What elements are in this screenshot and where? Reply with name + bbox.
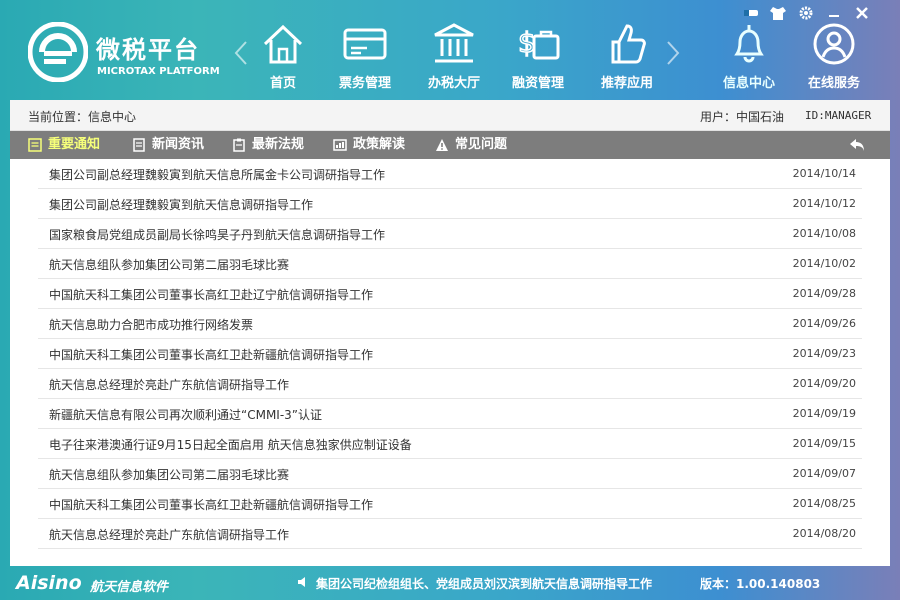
nav-label-finance: 融资管理 xyxy=(511,76,564,91)
news-row[interactable]: 中国航天科工集团公司董事长高红卫赴新疆航信调研指导工作 2014/08/25 xyxy=(38,489,862,519)
news-title[interactable]: 航天信息组队参加集团公司第二届羽毛球比赛 xyxy=(49,256,289,273)
window-controls xyxy=(740,4,890,24)
news-row[interactable]: 航天信息总经理於亮赴广东航信调研指导工作 2014/09/20 xyxy=(38,369,862,399)
home-icon xyxy=(263,24,303,64)
aisino-logo: Aisino xyxy=(16,572,82,594)
news-row[interactable]: 国家粮食局党组成员副局长徐鸣昊子丹到航天信息调研指导工作 2014/10/08 xyxy=(38,219,862,249)
nav-label-ticket: 票务管理 xyxy=(338,76,391,91)
aisino-logo-cn: 航天信息软件 xyxy=(90,580,169,595)
footer: Aisino 航天信息软件 集团公司纪检组组长、党组成员刘汉滨到航天信息调研指导… xyxy=(0,566,900,600)
close-icon[interactable] xyxy=(852,4,872,22)
warning-icon xyxy=(436,138,448,151)
nav-ticket-management[interactable]: 票务管理 xyxy=(325,0,405,100)
nav-home[interactable]: 首页 xyxy=(243,0,323,100)
tab-label: 重要通知 xyxy=(48,137,101,152)
tax-hall-icon xyxy=(434,23,474,63)
news-date: 2014/10/02 xyxy=(792,257,856,270)
nav-label-online-service: 在线服务 xyxy=(807,76,860,91)
news-title[interactable]: 中国航天科工集团公司董事长高红卫赴辽宁航信调研指导工作 xyxy=(49,286,373,303)
news-title[interactable]: 航天信息总经理於亮赴广东航信调研指导工作 xyxy=(49,526,289,543)
news-row[interactable]: 航天信息组队参加集团公司第二届羽毛球比赛 2014/10/02 xyxy=(38,249,862,279)
news-date: 2014/09/07 xyxy=(792,467,856,480)
tab-label: 常见问题 xyxy=(455,137,508,152)
news-date: 2014/10/08 xyxy=(792,227,856,240)
news-date: 2014/09/26 xyxy=(792,317,856,330)
news-date: 2014/09/23 xyxy=(792,347,856,360)
news-title[interactable]: 集团公司副总经理魏毅寅到航天信息所属金卡公司调研指导工作 xyxy=(49,166,385,183)
finance-icon: $ xyxy=(517,25,560,60)
tab-important-notice[interactable]: 重要通知 xyxy=(28,131,100,159)
settings-gear-icon[interactable] xyxy=(796,4,816,22)
tab-label: 政策解读 xyxy=(353,137,406,152)
nav-label-home: 首页 xyxy=(269,76,296,91)
nav-finance-management[interactable]: $ 融资管理 xyxy=(498,0,578,100)
current-user: 用户：中国石油 xyxy=(700,110,785,124)
news-list: 集团公司副总经理魏毅寅到航天信息所属金卡公司调研指导工作 2014/10/14 集团… xyxy=(10,159,890,549)
nav-label-info-center: 信息中心 xyxy=(722,76,775,91)
news-ticker[interactable]: 集团公司纪检组组长、党组成员刘汉滨到航天信息调研指导工作 xyxy=(316,575,652,592)
brand-name-cn: 微税平台 xyxy=(96,36,200,64)
news-row[interactable]: 中国航天科工集团公司董事长高红卫赴辽宁航信调研指导工作 2014/09/28 xyxy=(38,279,862,309)
category-tab-bar: 重要通知 新闻资讯 最新法规 政策解读 常见问题 xyxy=(10,131,890,159)
news-row[interactable]: 电子往来港澳通行证9月15日起全面启用 航天信息独家供应制证设备 2014/09/… xyxy=(38,429,862,459)
news-date: 2014/08/20 xyxy=(792,527,856,540)
microtax-logo xyxy=(28,22,88,82)
news-title[interactable]: 新疆航天信息有限公司再次顺利通过“CMMI-3”认证 xyxy=(49,406,322,423)
news-title[interactable]: 航天信息助力合肥市成功推行网络发票 xyxy=(49,316,253,333)
notice-icon xyxy=(28,137,42,152)
news-date: 2014/09/19 xyxy=(792,407,856,420)
nav-label-tax-hall: 办税大厅 xyxy=(427,76,480,91)
news-row[interactable]: 集团公司副总经理魏毅寅到航天信息所属金卡公司调研指导工作 2014/10/14 xyxy=(38,159,862,189)
news-date: 2014/09/28 xyxy=(792,287,856,300)
bell-icon xyxy=(734,25,764,63)
header: 微税平台 MICROTAX PLATFORM 首页 票务管理 办税大厅 $ 融资… xyxy=(0,0,900,100)
skin-icon[interactable] xyxy=(768,4,788,22)
news-title[interactable]: 航天信息组队参加集团公司第二届羽毛球比赛 xyxy=(49,466,289,483)
back-arrow-icon[interactable] xyxy=(848,136,866,154)
tab-label: 新闻资讯 xyxy=(152,137,205,152)
location-bar: 当前位置：信息中心 用户：中国石油 ID:MANAGER xyxy=(10,100,890,131)
nav-tax-hall[interactable]: 办税大厅 xyxy=(414,0,494,100)
tab-label: 最新法规 xyxy=(252,137,305,152)
news-title[interactable]: 中国航天科工集团公司董事长高红卫赴新疆航信调研指导工作 xyxy=(49,346,373,363)
nav-recommended-apps[interactable]: 推荐应用 xyxy=(587,0,667,100)
thumbs-up-icon xyxy=(611,24,646,64)
news-title[interactable]: 集团公司副总经理魏毅寅到航天信息调研指导工作 xyxy=(49,196,313,213)
ticket-icon xyxy=(343,28,387,60)
news-row[interactable]: 中国航天科工集团公司董事长高红卫赴新疆航信调研指导工作 2014/09/23 xyxy=(38,339,862,369)
news-row[interactable]: 航天信息总经理於亮赴广东航信调研指导工作 2014/08/20 xyxy=(38,519,862,549)
news-title[interactable]: 中国航天科工集团公司董事长高红卫赴新疆航信调研指导工作 xyxy=(49,496,373,513)
news-date: 2014/09/15 xyxy=(792,437,856,450)
brand-name-en: MICROTAX PLATFORM xyxy=(97,66,220,77)
news-row[interactable]: 新疆航天信息有限公司再次顺利通过“CMMI-3”认证 2014/09/19 xyxy=(38,399,862,429)
version-label: 版本：1.00.140803 xyxy=(700,577,821,591)
breadcrumb: 当前位置：信息中心 xyxy=(28,110,137,124)
content-panel: 当前位置：信息中心 用户：中国石油 ID:MANAGER 重要通知 新闻资讯 最… xyxy=(10,100,890,566)
news-title[interactable]: 航天信息总经理於亮赴广东航信调研指导工作 xyxy=(49,376,289,393)
tab-policy-interpretation[interactable]: 政策解读 xyxy=(333,131,405,159)
user-id: ID:MANAGER xyxy=(805,109,872,122)
news-icon xyxy=(133,137,145,152)
minimize-icon[interactable] xyxy=(824,4,844,22)
news-row[interactable]: 集团公司副总经理魏毅寅到航天信息调研指导工作 2014/10/12 xyxy=(38,189,862,219)
regulation-icon xyxy=(233,138,245,152)
news-title[interactable]: 国家粮食局党组成员副局长徐鸣昊子丹到航天信息调研指导工作 xyxy=(49,226,385,243)
policy-icon xyxy=(333,138,347,151)
news-date: 2014/09/20 xyxy=(792,377,856,390)
tab-faq[interactable]: 常见问题 xyxy=(435,131,507,159)
news-title[interactable]: 电子往来港澳通行证9月15日起全面启用 航天信息独家供应制证设备 xyxy=(49,436,412,453)
app-window: 微税平台 MICROTAX PLATFORM 首页 票务管理 办税大厅 $ 融资… xyxy=(0,0,900,600)
user-service-icon xyxy=(813,23,855,65)
news-row[interactable]: 航天信息组队参加集团公司第二届羽毛球比赛 2014/09/07 xyxy=(38,459,862,489)
speaker-icon xyxy=(298,577,305,587)
news-date: 2014/10/12 xyxy=(792,197,856,210)
tab-news[interactable]: 新闻资讯 xyxy=(132,131,204,159)
tab-regulations[interactable]: 最新法规 xyxy=(232,131,304,159)
news-date: 2014/08/25 xyxy=(792,497,856,510)
nav-label-recommended: 推荐应用 xyxy=(600,76,653,91)
news-date: 2014/10/14 xyxy=(792,167,856,180)
minimize-to-tray-icon[interactable] xyxy=(740,4,760,22)
news-row[interactable]: 航天信息助力合肥市成功推行网络发票 2014/09/26 xyxy=(38,309,862,339)
